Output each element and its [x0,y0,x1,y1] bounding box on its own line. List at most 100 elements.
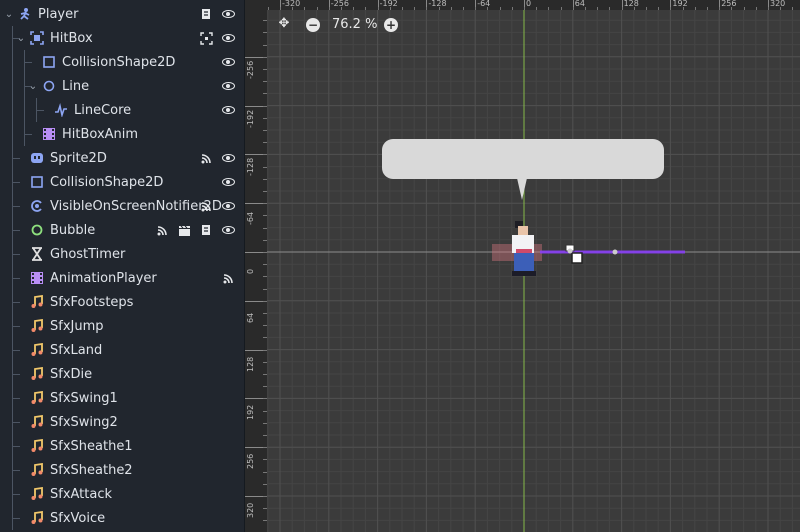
scene-tree-row[interactable]: SfxSwing1 [0,386,244,410]
sprite-icon [30,151,44,165]
scene-tree-row[interactable]: HitBoxAnim [0,122,244,146]
scene-tree-row[interactable]: SfxSheathe1 [0,434,244,458]
visibility-eye-icon[interactable] [221,199,235,213]
speech-bubble-tail [517,178,527,200]
ruler-label: 320 [246,502,255,518]
ruler-label: -320 [282,0,301,8]
zoom-in-button[interactable]: + [384,18,398,32]
scene-tree-row[interactable]: ⌄ Line [0,74,244,98]
visibility-eye-icon[interactable] [221,103,235,117]
ruler-label: -128 [428,0,447,8]
tree-branch-line [12,158,20,159]
visibility-eye-icon[interactable] [221,55,235,69]
tree-branch-line [36,110,44,111]
scene-tree-row[interactable]: GhostTimer [0,242,244,266]
eye-shape [221,226,235,234]
ruler-label: 320 [770,0,786,8]
eye-shape [221,178,235,186]
expand-arrow-icon[interactable]: ⌄ [28,81,38,92]
scene-tree-row[interactable]: SfxJump [0,314,244,338]
scene-tree-label: Player [38,6,79,22]
clapper-icon[interactable] [177,223,191,237]
notifier-icon [30,199,44,213]
audio-icon [30,343,44,357]
scene-tree-label: SfxSheathe2 [50,462,133,478]
scene-tree-row[interactable]: SfxAttack [0,482,244,506]
ruler-label: 64 [574,0,585,8]
scene-tree-row[interactable]: Bubble [0,218,244,242]
visibility-eye-icon[interactable] [221,31,235,45]
scene-tree-row[interactable]: SfxFootsteps [0,290,244,314]
scene-tree-row[interactable]: SfxVoice [0,506,244,530]
scene-tree-row[interactable]: SfxSheathe2 [0,458,244,482]
player-sprite-area[interactable] [490,215,690,290]
bubble-icon [30,223,44,237]
scene-tree-label: AnimationPlayer [50,270,157,286]
scene-tree-label: SfxVoice [50,510,106,526]
line2d-icon [54,103,68,117]
zoom-out-button[interactable]: − [306,18,320,32]
scene-tree-row[interactable]: Sprite2D [0,146,244,170]
eye-shape [221,82,235,90]
tree-branch-line [12,422,20,423]
scene-tree-label: VisibleOnScreenNotifier2D [50,198,222,214]
scene-tree-label: SfxAttack [50,486,113,502]
audio-icon [30,463,44,477]
scene-tree-row[interactable]: SfxLand [0,338,244,362]
tree-branch-line [12,350,20,351]
visibility-eye-icon[interactable] [221,223,235,237]
ruler-label: 256 [246,453,255,470]
signal-icon[interactable] [199,151,213,165]
signal-icon[interactable] [155,223,169,237]
audio-icon [30,319,44,333]
signal-icon[interactable] [221,271,235,285]
ruler-label: 128 [246,356,255,372]
line-icon [42,79,56,93]
visibility-eye-icon[interactable] [221,175,235,189]
pan-move-icon[interactable]: ✥ [277,17,291,31]
scene-tree-row[interactable]: ⌄ Player [0,2,244,26]
collision-shape-icon [42,55,56,69]
scene-tree-row[interactable]: SfxDie [0,362,244,386]
tree-branch-line [12,278,20,279]
tree-branch-line [24,62,32,63]
visibility-eye-icon[interactable] [221,151,235,165]
ruler-label: 64 [246,312,255,323]
scene-tree-label: SfxSwing2 [50,414,118,430]
scene-tree-row[interactable]: SfxSwing2 [0,410,244,434]
zoom-level-label[interactable]: 76.2 % [332,17,377,32]
scene-tree-label: Line [62,78,90,94]
collision-shape-icon [30,175,44,189]
script-icon[interactable] [199,7,213,21]
scene-tree-row[interactable]: LineCore [0,98,244,122]
scene-tree-row[interactable]: AnimationPlayer [0,266,244,290]
audio-icon [30,415,44,429]
ruler-label: 192 [246,405,255,421]
tree-guide-line [12,50,13,74]
scene-tree-row[interactable]: ⌄ HitBox [0,26,244,50]
speech-bubble[interactable] [382,139,664,179]
audio-icon [30,487,44,501]
scene-tree-row[interactable]: CollisionShape2D [0,50,244,74]
scene-tree-label: SfxJump [50,318,104,334]
scene-tree-label: Sprite2D [50,150,107,166]
signal-icon[interactable] [199,199,213,213]
scene-tree-panel: ⌄ Player ⌄ HitBox CollisionShape2D ⌄ Line LineC… [0,0,245,532]
expand-arrow-icon[interactable]: ⌄ [16,33,26,44]
visibility-eye-icon[interactable] [221,79,235,93]
audio-icon [30,391,44,405]
expand-arrow-icon[interactable]: ⌄ [4,9,14,20]
tree-guide-line [24,98,25,122]
eye-shape [221,10,235,18]
scene-tree-label: HitBox [50,30,93,46]
scene-tree-row[interactable]: VisibleOnScreenNotifier2D [0,194,244,218]
tree-branch-line [12,470,20,471]
visibility-eye-icon[interactable] [221,7,235,21]
eye-shape [221,34,235,42]
group-icon[interactable] [199,31,213,45]
player-head [518,226,528,235]
audio-icon [30,439,44,453]
tree-guide-line [12,98,13,122]
script-icon[interactable] [199,223,213,237]
scene-tree-row[interactable]: CollisionShape2D [0,170,244,194]
